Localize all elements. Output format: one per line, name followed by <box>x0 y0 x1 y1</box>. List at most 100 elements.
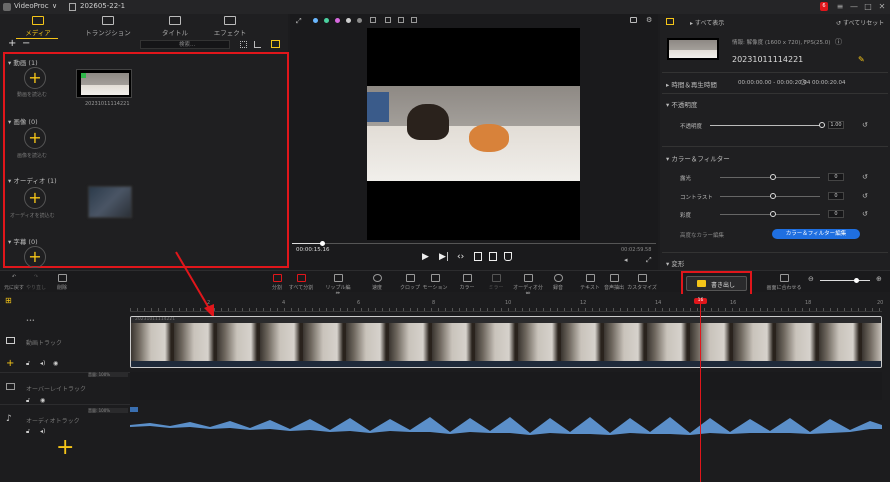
mirror-button[interactable]: ミラー <box>482 274 510 291</box>
volume-icon[interactable]: ◂ <box>624 256 628 264</box>
maximize-button[interactable]: □ <box>862 1 874 13</box>
panel-layout-icon[interactable] <box>271 40 280 48</box>
opacity-value[interactable]: 1.00 <box>828 121 844 129</box>
add-track-icon[interactable]: ⊞ <box>5 296 12 305</box>
color-dot-icon[interactable] <box>335 18 340 23</box>
snapshot-icon[interactable] <box>630 17 637 23</box>
subtitle-section-header[interactable]: ▾ 字幕 (0) <box>8 236 38 246</box>
record-button[interactable]: 録音 <box>544 274 572 291</box>
color-button[interactable]: カラー <box>453 274 481 291</box>
import-subtitle-button[interactable]: + <box>24 246 46 268</box>
lock-icon[interactable] <box>411 17 417 23</box>
audio-clip[interactable] <box>130 407 882 439</box>
zoom-slider[interactable] <box>820 280 870 281</box>
tab-title[interactable]: タイトル <box>145 16 205 40</box>
transform-section-header[interactable]: ▾ 変形 <box>666 258 684 268</box>
contrast-value[interactable]: 0 <box>828 192 844 200</box>
motion-button[interactable]: モーション <box>421 274 449 291</box>
tab-effect[interactable]: エフェクト <box>200 16 260 40</box>
overlay-track-area[interactable] <box>130 372 882 400</box>
lock-icon[interactable]: 🔓︎ <box>26 428 30 436</box>
contrast-knob[interactable] <box>770 193 776 199</box>
saturation-knob[interactable] <box>770 211 776 217</box>
import-video-button[interactable]: + <box>24 67 46 89</box>
mark-in-icon[interactable] <box>474 252 482 261</box>
video-clip-thumbnail[interactable] <box>76 69 132 98</box>
edit-icon[interactable]: ✎ <box>858 55 865 64</box>
reset-icon[interactable]: ↺ <box>862 121 868 129</box>
export-button[interactable]: 書き出し <box>686 276 747 291</box>
show-all-button[interactable]: ▸ すべて表示 <box>690 18 724 27</box>
track-more-icon[interactable]: ••• <box>26 318 35 324</box>
zoom-slider-knob[interactable] <box>854 278 859 283</box>
prev-next-icon[interactable]: ‹› <box>457 252 464 262</box>
speed-button[interactable]: 速度 <box>363 274 391 291</box>
settings-icon[interactable]: ⚙ <box>646 16 652 24</box>
saturation-value[interactable]: 0 <box>828 210 844 218</box>
step-forward-icon[interactable]: ▶| <box>439 252 449 262</box>
delete-button[interactable]: 削除 <box>48 274 76 291</box>
opacity-slider[interactable] <box>710 125 822 126</box>
zoom-in-icon[interactable]: ⊕ <box>876 275 882 283</box>
play-icon[interactable]: ▶ <box>422 252 429 262</box>
color-dot-icon[interactable] <box>357 18 362 23</box>
zoom-out-icon[interactable]: ⊖ <box>808 275 814 283</box>
audio-clip-thumbnail[interactable] <box>88 186 132 218</box>
menu-icon[interactable]: ≡ <box>834 1 846 13</box>
crop-icon[interactable] <box>370 17 376 23</box>
video-section-header[interactable]: ▾ 動画 (1) <box>8 57 38 67</box>
preview-progress-track[interactable] <box>292 243 656 244</box>
video-clip[interactable]: 20231011114221 <box>130 316 882 368</box>
mark-out-icon[interactable] <box>489 252 497 261</box>
search-input[interactable]: 検索... <box>140 40 230 49</box>
grid-view-icon[interactable] <box>240 41 247 48</box>
minimize-button[interactable]: — <box>848 1 860 13</box>
playhead[interactable] <box>700 300 701 482</box>
eye-icon[interactable]: ◉ <box>53 360 58 367</box>
add-video-icon[interactable]: + <box>6 358 14 369</box>
lock-icon[interactable] <box>385 17 391 23</box>
reset-icon[interactable]: ↺ <box>862 173 868 181</box>
panel-toggle-icon[interactable] <box>666 18 674 25</box>
remove-media-button[interactable]: − <box>22 38 30 49</box>
sort-icon[interactable] <box>254 41 261 48</box>
close-button[interactable]: ✕ <box>876 1 888 13</box>
import-image-button[interactable]: + <box>24 127 46 149</box>
fit-screen-button[interactable]: 画面に合わせる <box>766 274 802 291</box>
color-dot-icon[interactable] <box>324 18 329 23</box>
reset-icon[interactable]: ↺ <box>862 192 868 200</box>
lock-icon[interactable] <box>398 17 404 23</box>
tab-media[interactable]: メディア <box>8 16 68 40</box>
add-track-button[interactable]: + <box>56 437 74 459</box>
opacity-section-header[interactable]: ▾ 不透明度 <box>666 99 697 109</box>
preview-progress-knob[interactable] <box>320 241 325 246</box>
eye-icon[interactable]: ◉ <box>40 397 45 404</box>
opacity-slider-knob[interactable] <box>819 122 825 128</box>
customize-button[interactable]: カスタマイズ <box>626 274 658 291</box>
reset-all-button[interactable]: ↺ すべてリセット <box>836 18 884 27</box>
audio-section-header[interactable]: ▾ オーディオ (1) <box>8 175 57 185</box>
volume-icon[interactable]: ◂) <box>40 360 45 367</box>
fullscreen-icon[interactable]: ⤢ <box>646 256 652 265</box>
expand-icon[interactable]: ⤢ <box>296 17 302 26</box>
chevron-down-icon[interactable]: ∨ <box>52 2 57 10</box>
color-filter-edit-button[interactable]: カラー＆フィルター編集 <box>772 229 860 239</box>
brightness-value[interactable]: 0 <box>828 173 844 181</box>
playhead-handle[interactable]: 16 <box>694 298 707 304</box>
volume-icon[interactable]: ◂) <box>40 428 45 435</box>
notification-icon[interactable]: 6 <box>820 2 828 11</box>
reset-icon[interactable]: ↺ <box>862 210 868 218</box>
marker-icon[interactable] <box>504 252 512 261</box>
info-icon[interactable]: ⓘ <box>835 37 842 47</box>
import-audio-button[interactable]: + <box>24 187 46 209</box>
add-media-button[interactable]: + <box>8 38 16 49</box>
brightness-knob[interactable] <box>770 174 776 180</box>
color-dot-icon[interactable] <box>313 18 318 23</box>
color-dot-icon[interactable] <box>346 18 351 23</box>
split-all-button[interactable]: すべて分割 <box>287 274 315 291</box>
project-name[interactable]: 202605-22-1 <box>80 2 125 10</box>
color-section-header[interactable]: ▾ カラー＆フィルター <box>666 153 730 163</box>
redo-button[interactable]: ↷ やり直し <box>22 274 50 291</box>
time-section-header[interactable]: ▸ 時間＆再生時間 <box>666 79 717 89</box>
image-section-header[interactable]: ▾ 画像 (0) <box>8 116 38 126</box>
